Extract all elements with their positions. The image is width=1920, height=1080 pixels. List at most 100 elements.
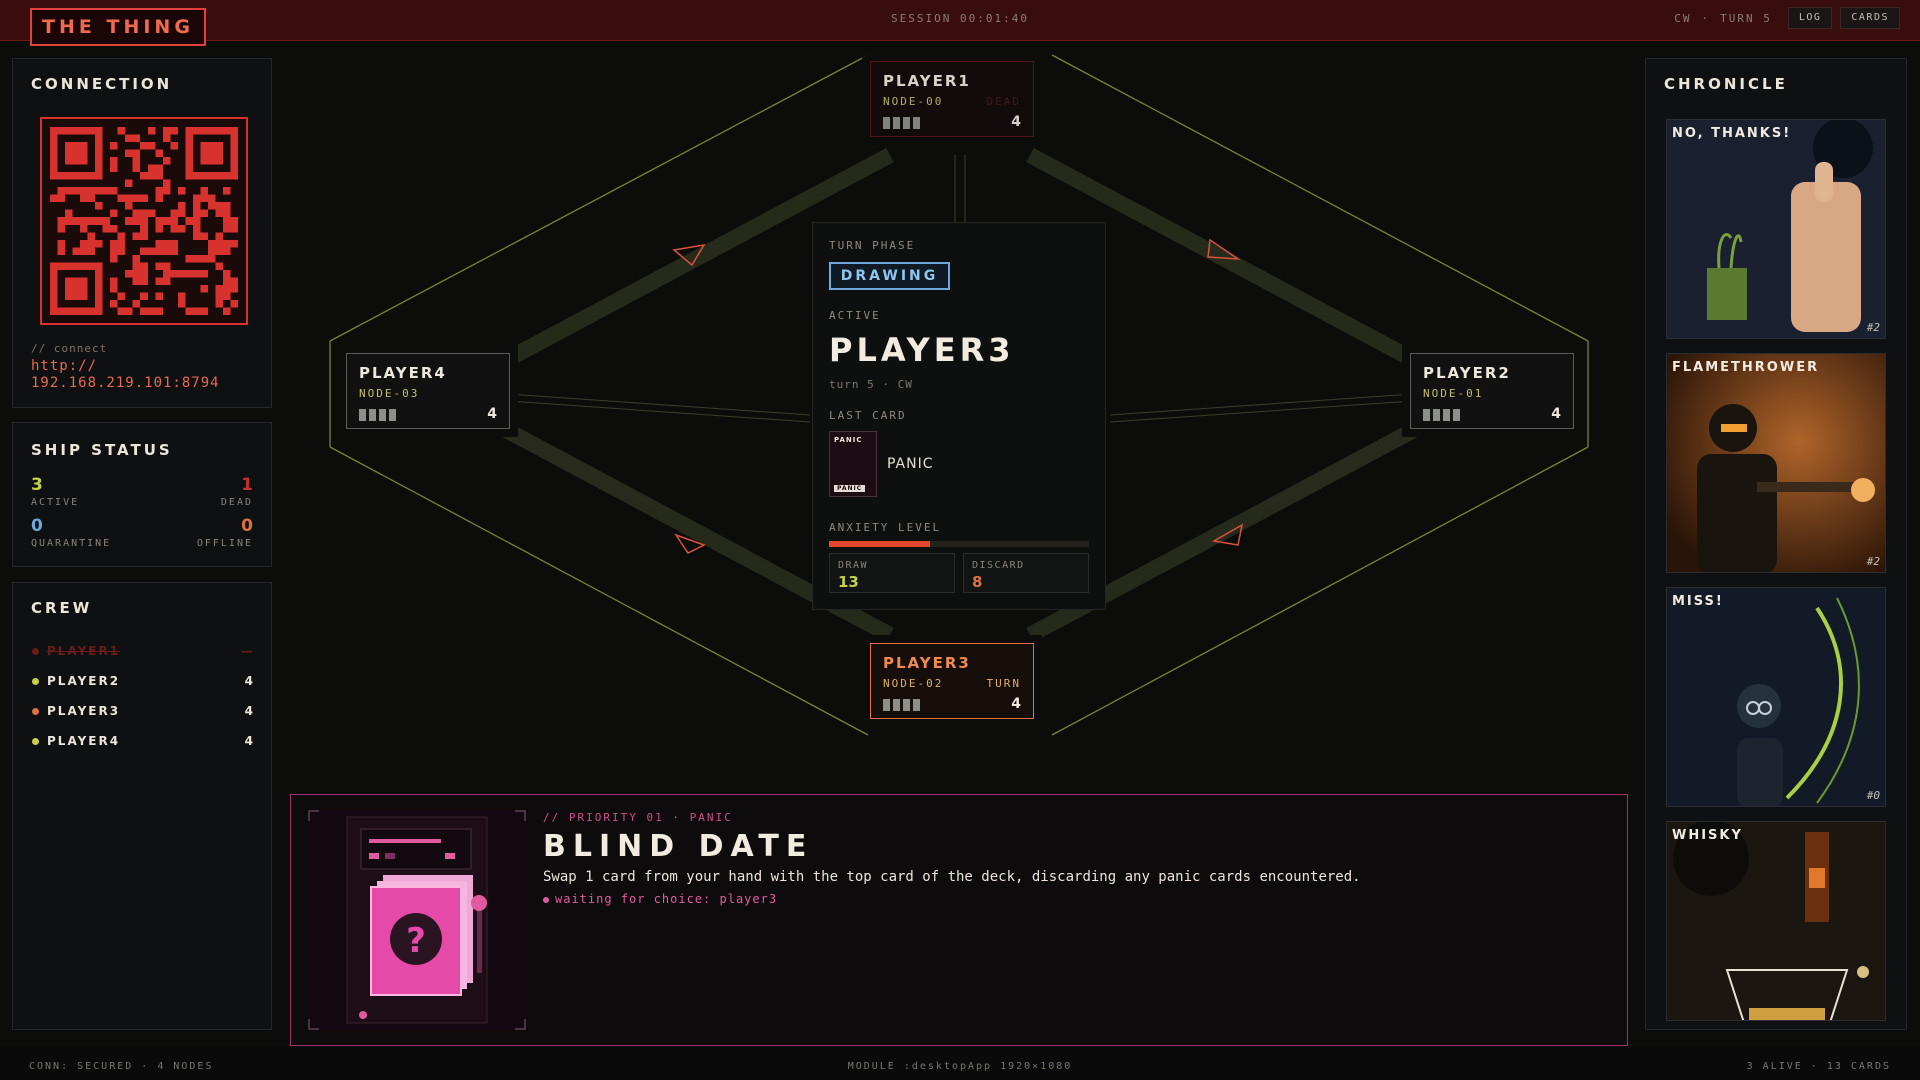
ship-status-title: SHIP STATUS [31,441,173,459]
no-thanks-card-art [1667,120,1885,338]
connect-url[interactable]: http:// 192.168.219.101:8794 [31,358,220,392]
separator: · [1701,11,1711,25]
quarantine-count: 0 [31,516,43,536]
board-node-player1[interactable]: PLAYER1 NODE-00 DEAD 4 [862,53,1042,145]
node-player-name: PLAYER1 [883,72,971,90]
last-card-thumbnail[interactable]: PANIC PANIC [829,431,877,497]
status-dot [32,648,39,655]
active-label: ACTIVE [829,309,881,322]
waiting-dot-icon [543,896,549,903]
turn-phase-label: TURN PHASE [829,239,916,252]
svg-text:?: ? [406,921,426,961]
chronicle-card[interactable]: FLAMETHROWER #2 [1666,353,1886,573]
node-frame: PLAYER2 NODE-01 4 [1410,353,1574,429]
chronicle-title: CHRONICLE [1664,75,1788,93]
discard-pile[interactable]: DISCARD 8 [963,553,1089,593]
turn-phase-badge: DRAWING [829,262,950,290]
node-card-count: 4 [1011,696,1021,712]
node-player-name: PLAYER3 [883,654,971,672]
node-id: NODE-01 [1423,387,1484,400]
chronicle-card-title: WHISKY [1672,828,1743,843]
offline-count: 0 [241,516,253,536]
status-dot [32,738,39,745]
status-footer: CONN: SECURED · 4 NODES MODULE :desktopA… [0,1046,1920,1080]
chronicle-card[interactable]: NO, THANKS! #2 [1666,119,1886,339]
question-mark-card-icon: ? [307,809,527,1031]
node-player-name: PLAYER2 [1423,364,1511,382]
node-id: NODE-00 [883,95,944,108]
mini-card-top-text: PANIC [834,436,863,444]
offline-label: OFFLINE [196,538,253,549]
hand-bars [883,117,920,129]
draw-pile[interactable]: DRAW 13 [829,553,955,593]
last-card-label: LAST CARD [829,409,907,422]
waiting-text: waiting for choice: player3 [555,892,778,906]
connection-panel: CONNECTION // connect http:// 192.168.21… [12,58,272,408]
dead-count: 1 [241,475,253,495]
draw-count: 13 [838,573,859,591]
board-node-player3[interactable]: PLAYER3 NODE-02 TURN 4 [862,635,1042,727]
crew-title: CREW [31,599,93,617]
ship-status-panel: SHIP STATUS 3 ACTIVE 1 DEAD 0 QUARANTINE… [12,422,272,567]
turn-direction: CW [1674,11,1692,25]
hand-bars [883,699,920,711]
cards-button[interactable]: CARDS [1840,7,1900,29]
draw-label: DRAW [838,560,869,571]
active-player-name: PLAYER3 [829,331,1015,369]
chronicle-card-title: MISS! [1672,594,1724,609]
crew-row-player3[interactable]: PLAYER3 4 [31,702,255,722]
top-bar: SESSION 00:01:40 CW · TURN 5 LOG CARDS [0,0,1920,41]
crew-row-player4[interactable]: PLAYER4 4 [31,732,255,752]
crew-name: PLAYER1 [47,644,121,658]
session-timer: SESSION 00:01:40 [891,12,1029,25]
footer-game-summary: 3 ALIVE · 13 CARDS [1746,1061,1891,1072]
turn-info-panel: TURN PHASE DRAWING ACTIVE PLAYER3 turn 5… [812,222,1106,610]
panic-card-prompt: ? // PRIORITY 01 · PANIC BLIND DATE Swap… [290,794,1628,1046]
node-id: NODE-03 [359,387,420,400]
turn-line: turn 5 · CW [829,378,913,391]
game-board: PLAYER1 NODE-00 DEAD 4 PLAYER4 NODE-03 4… [290,45,1630,785]
prompt-meta: // PRIORITY 01 · PANIC [543,811,733,824]
footer-module-info: MODULE :desktopApp 1920×1080 [847,1061,1073,1072]
node-player-name: PLAYER4 [359,364,447,382]
qr-code[interactable] [40,117,248,325]
turn-counter: TURN 5 [1720,11,1772,25]
dead-label: DEAD [220,497,253,508]
chronicle-card-number: #2 [1866,321,1880,334]
anxiety-meter [829,541,1089,547]
hand-bars [1423,409,1460,421]
mini-card-bottom-text: PANIC [834,485,866,492]
whisky-card-art [1667,822,1885,1020]
crew-row-player2[interactable]: PLAYER2 4 [31,672,255,692]
status-dot [32,678,39,685]
anxiety-meter-fill [829,541,931,547]
board-node-player2[interactable]: PLAYER2 NODE-01 4 [1402,345,1582,437]
chronicle-card-number: #2 [1866,555,1880,568]
connect-url-scheme: http:// [31,358,98,374]
panic-card-art[interactable]: ? [307,809,527,1031]
node-card-count: 4 [487,406,497,422]
board-node-player4[interactable]: PLAYER4 NODE-03 4 [338,345,518,437]
node-frame: PLAYER1 NODE-00 DEAD 4 [870,61,1034,137]
prompt-card-title: BLIND DATE [543,829,814,864]
crew-card-count: 4 [244,704,255,718]
status-dot [32,708,39,715]
connect-url-address: 192.168.219.101:8794 [31,375,220,391]
chronicle-card[interactable]: WHISKY [1666,821,1886,1021]
discard-label: DISCARD [972,560,1025,571]
chronicle-card-number: #0 [1866,789,1880,802]
crew-row-player1[interactable]: PLAYER1 — [31,642,255,662]
log-button[interactable]: LOG [1787,7,1833,29]
chronicle-card[interactable]: MISS! #0 [1666,587,1886,807]
connect-label: // connect [31,342,108,355]
crew-card-count: — [241,644,255,658]
prompt-waiting-status: waiting for choice: player3 [543,892,777,906]
flamethrower-card-art [1667,354,1885,572]
crew-card-count: 4 [244,734,255,748]
crew-name: PLAYER4 [47,734,121,748]
chronicle-panel: CHRONICLE NO, THANKS! #2 FLAMETHROWER #2 [1645,58,1907,1030]
miss-card-art [1667,588,1885,806]
node-status-tag: DEAD [986,95,1021,108]
node-frame: PLAYER4 NODE-03 4 [346,353,510,429]
crew-card-count: 4 [244,674,255,688]
